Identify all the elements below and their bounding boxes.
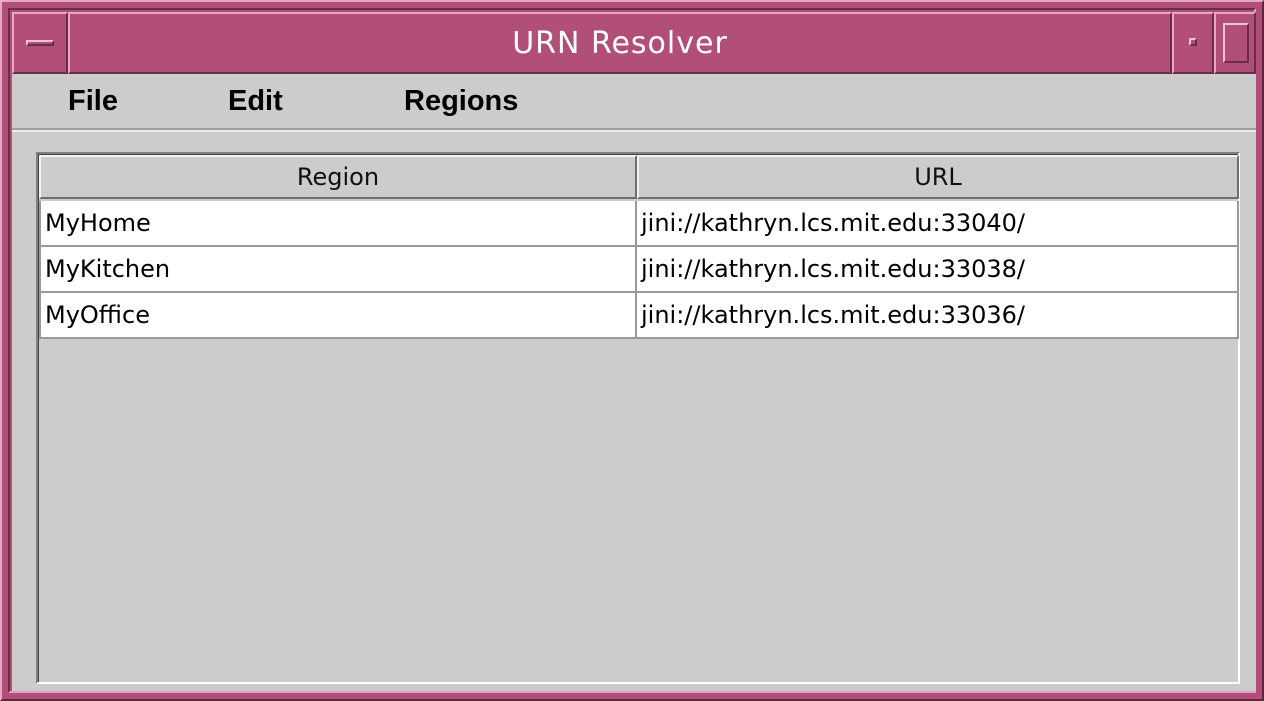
url-cell[interactable]: jini://kathryn.lcs.mit.edu:33036/ (637, 293, 1239, 339)
menu-file[interactable]: File (62, 84, 124, 118)
window-menu-icon (26, 40, 54, 46)
minimize-icon (1189, 38, 1197, 46)
menu-bar: File Edit Regions (12, 74, 1256, 130)
menu-edit[interactable]: Edit (222, 84, 289, 118)
region-cell[interactable]: MyKitchen (39, 247, 637, 293)
url-cell[interactable]: jini://kathryn.lcs.mit.edu:33038/ (637, 247, 1239, 293)
minimize-button[interactable] (1172, 12, 1214, 74)
region-table-pane[interactable]: Region URL MyHome jini://kathryn.lcs.mit… (36, 152, 1240, 684)
column-header-url[interactable]: URL (637, 155, 1239, 199)
table-row[interactable]: MyHome jini://kathryn.lcs.mit.edu:33040/ (39, 201, 1239, 247)
maximize-icon (1223, 23, 1249, 63)
table-row[interactable]: MyKitchen jini://kathryn.lcs.mit.edu:330… (39, 247, 1239, 293)
url-cell[interactable]: jini://kathryn.lcs.mit.edu:33040/ (637, 201, 1239, 247)
region-cell[interactable]: MyOffice (39, 293, 637, 339)
table-row[interactable]: MyOffice jini://kathryn.lcs.mit.edu:3303… (39, 293, 1239, 339)
table-header: Region URL (39, 155, 1239, 199)
window-title: URN Resolver (68, 12, 1172, 74)
app-window: URN Resolver File Edit Regions Region UR… (0, 0, 1264, 701)
title-bar[interactable]: URN Resolver (12, 12, 1256, 74)
maximize-button[interactable] (1214, 12, 1256, 74)
column-header-region[interactable]: Region (39, 155, 637, 199)
window-menu-button[interactable] (12, 12, 68, 74)
region-table: Region URL MyHome jini://kathryn.lcs.mit… (38, 154, 1239, 682)
region-cell[interactable]: MyHome (39, 201, 637, 247)
table-body: MyHome jini://kathryn.lcs.mit.edu:33040/… (39, 201, 1239, 339)
menu-regions[interactable]: Regions (398, 84, 524, 118)
client-area: File Edit Regions Region URL MyHome jini… (12, 74, 1256, 691)
